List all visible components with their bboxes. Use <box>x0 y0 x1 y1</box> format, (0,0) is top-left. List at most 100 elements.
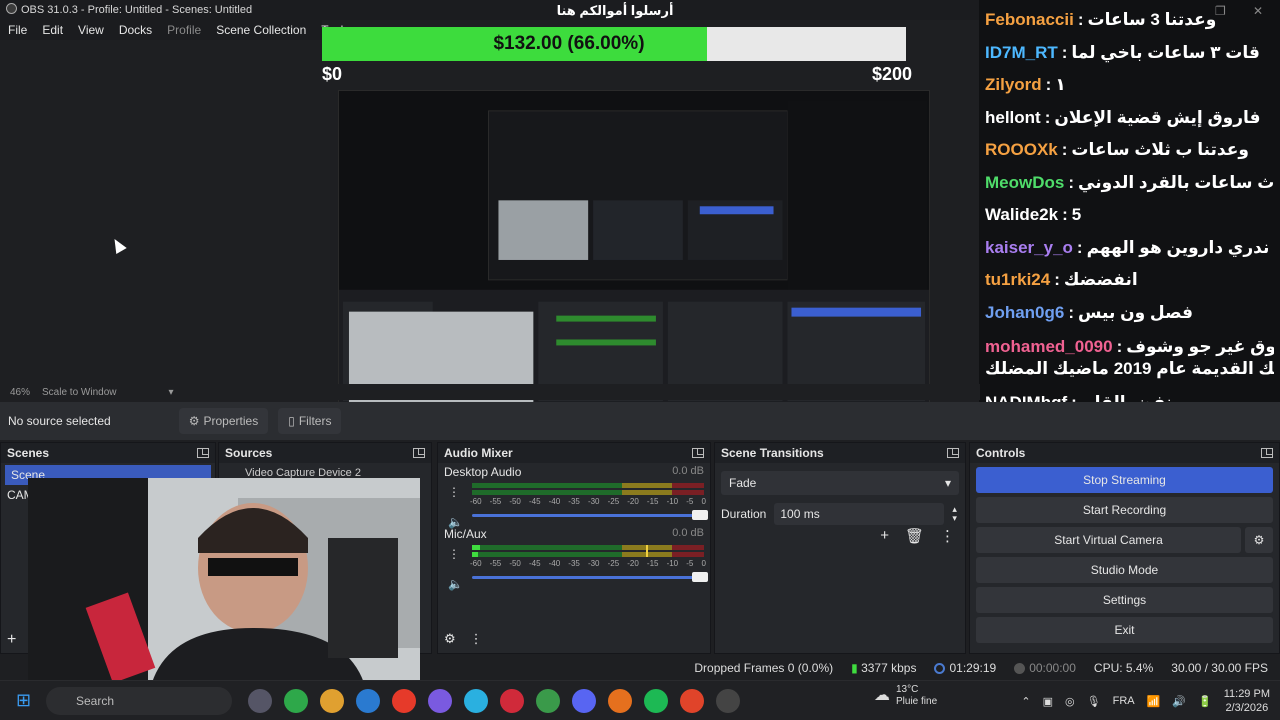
stepper-icon[interactable]: ▴ ▾ <box>952 505 957 523</box>
tray-app-icon[interactable]: ◎ <box>1065 695 1075 708</box>
fps: 30.00 / 30.00 FPS <box>1171 661 1268 675</box>
properties-button[interactable]: ⚙ Properties <box>178 408 269 434</box>
add-scene-icon[interactable]: + <box>7 631 16 649</box>
menu-docks[interactable]: Docks <box>119 23 152 37</box>
weather-widget[interactable]: ☁ 13°C Pluie fine <box>874 684 937 708</box>
volume-slider[interactable] <box>472 571 708 583</box>
app-icon[interactable] <box>392 689 416 713</box>
mixer-menu-icon[interactable]: ⋮ <box>470 631 483 647</box>
controls-dock: Controls Stop Streaming Start Recording … <box>969 442 1280 654</box>
microphone-icon[interactable]: 🎙 <box>1087 695 1101 708</box>
file-explorer-icon[interactable] <box>320 689 344 713</box>
volume-slider[interactable] <box>472 509 708 521</box>
undock-icon[interactable] <box>1261 448 1273 458</box>
duration-label: Duration <box>721 507 767 521</box>
donation-goal-text: $132.00 (66.00%) <box>493 33 645 54</box>
volume-icon[interactable]: 🔊 <box>1172 695 1186 708</box>
no-source-label: No source selected <box>8 414 111 428</box>
chat-text: ١ <box>1055 75 1066 95</box>
transition-value: Fade <box>729 476 757 490</box>
speaker-icon[interactable]: 🔈 <box>448 577 463 591</box>
meter-tick: -40 <box>548 559 561 568</box>
meter-ticks: -60 -55 -50 -45 -40 -35 -30 -25 -20 -15 -10 -5 0 <box>470 497 706 506</box>
bitrate-value: 3377 kbps <box>861 661 917 675</box>
app-icon[interactable] <box>356 689 380 713</box>
transition-select[interactable]: Fade ▾ <box>721 471 959 495</box>
windows-start-icon[interactable]: ⊞ <box>16 690 31 711</box>
menu-file[interactable]: File <box>8 23 27 37</box>
rec-time-value: 00:00:00 <box>1029 661 1076 675</box>
mixer-channel: Desktop Audio 0.0 dB ⋮ -60 -55 -50 -45 -40 -35… <box>438 463 710 529</box>
app-icon[interactable] <box>428 689 452 713</box>
battery-icon[interactable]: 🔋 <box>1198 695 1212 708</box>
channel-name: Mic/Aux <box>444 527 487 541</box>
stream-time-value: 01:29:19 <box>949 661 997 675</box>
menu-edit[interactable]: Edit <box>42 23 63 37</box>
slider-knob[interactable] <box>692 572 708 582</box>
start-virtual-camera-button[interactable]: Start Virtual Camera <box>976 527 1241 553</box>
tray-app-icon[interactable]: ▣ <box>1043 695 1053 708</box>
menu-profile[interactable]: Profile <box>167 23 201 37</box>
window-title-text: OBS 31.0.3 - Profile: Untitled - Scenes:… <box>21 4 253 16</box>
channel-menu-icon[interactable]: ⋮ <box>448 485 460 499</box>
discord-icon[interactable] <box>572 689 596 713</box>
brave-icon[interactable] <box>680 689 704 713</box>
undock-icon[interactable] <box>692 448 704 458</box>
preview-area[interactable] <box>0 40 980 418</box>
chat-text: وعدتنا 3 ساعات <box>1087 10 1217 30</box>
undock-icon[interactable] <box>947 448 959 458</box>
chat-text: فيديوهاتك القديمة عام 2019 ماضيك المضلك <box>985 359 1274 378</box>
taskbar-search[interactable]: Search <box>46 687 232 715</box>
add-transition-icon[interactable]: + <box>880 527 889 545</box>
chat-username: mohamed_0090 <box>985 337 1113 356</box>
whatsapp-icon[interactable] <box>536 689 560 713</box>
app-icon[interactable] <box>464 689 488 713</box>
system-tray: ⌃ ▣ ◎ 🎙 FRA 📶 🔊 🔋 11:29 PM 2/3/2026 <box>1021 681 1270 720</box>
dropped-frames: Dropped Frames 0 (0.0%) <box>694 661 834 675</box>
obs-icon[interactable] <box>716 689 740 713</box>
filters-button[interactable]: ▯ Filters <box>278 408 342 434</box>
menu-scene-collection[interactable]: Scene Collection <box>216 23 306 37</box>
studio-mode-button[interactable]: Studio Mode <box>976 557 1273 583</box>
title-bar: OBS 31.0.3 - Profile: Untitled - Scenes:… <box>0 0 980 20</box>
chat-username: kaiser_y_o <box>985 237 1073 257</box>
search-label: Search <box>76 694 115 708</box>
meter-tick: -30 <box>587 497 600 506</box>
trash-icon[interactable]: 🗑 <box>905 527 924 545</box>
meter-tick: -15 <box>646 559 659 568</box>
mixer-settings-icon[interactable]: ⚙ <box>444 631 456 647</box>
start-recording-button[interactable]: Start Recording <box>976 497 1273 523</box>
restore-icon[interactable]: ❐ <box>1215 4 1226 18</box>
scale-select[interactable]: Scale to Window <box>42 387 116 398</box>
undock-icon[interactable] <box>197 448 209 458</box>
settings-button[interactable]: Settings <box>976 587 1273 613</box>
channel-menu-icon[interactable]: ⋮ <box>448 547 460 561</box>
transition-menu-icon[interactable]: ⋮ <box>940 527 955 545</box>
slider-knob[interactable] <box>692 510 708 520</box>
app-icon[interactable] <box>608 689 632 713</box>
spotify-icon[interactable] <box>644 689 668 713</box>
app-icon[interactable] <box>284 689 308 713</box>
menu-view[interactable]: View <box>78 23 104 37</box>
clock-date: 2/3/2026 <box>1225 702 1269 714</box>
cloud-icon: ☁ <box>874 687 890 704</box>
zoom-level: 46% <box>10 386 31 398</box>
chat-separator: : <box>1044 107 1051 127</box>
language-indicator[interactable]: FRA <box>1113 695 1135 707</box>
undock-icon[interactable] <box>413 448 425 458</box>
exit-button[interactable]: Exit <box>976 617 1273 643</box>
chat-text: 5 <box>1071 205 1082 225</box>
tray-chevron-icon[interactable]: ⌃ <box>1021 695 1030 708</box>
chevron-down-icon[interactable]: ▾ <box>169 387 174 398</box>
virtual-camera-settings-icon[interactable]: ⚙ <box>1245 527 1273 553</box>
task-view-icon[interactable] <box>248 689 272 713</box>
app-icon[interactable] <box>500 689 524 713</box>
wifi-icon[interactable]: 📶 <box>1147 695 1161 708</box>
close-icon[interactable]: ✕ <box>1253 4 1263 18</box>
preview-canvas[interactable] <box>338 90 930 418</box>
duration-input[interactable]: 100 ms <box>774 503 945 525</box>
stop-streaming-button[interactable]: Stop Streaming <box>976 467 1273 493</box>
chat-username: ROOOXk <box>985 140 1058 160</box>
meter-tick: -30 <box>587 559 600 568</box>
clock[interactable]: 11:29 PM 2/3/2026 <box>1224 687 1270 715</box>
